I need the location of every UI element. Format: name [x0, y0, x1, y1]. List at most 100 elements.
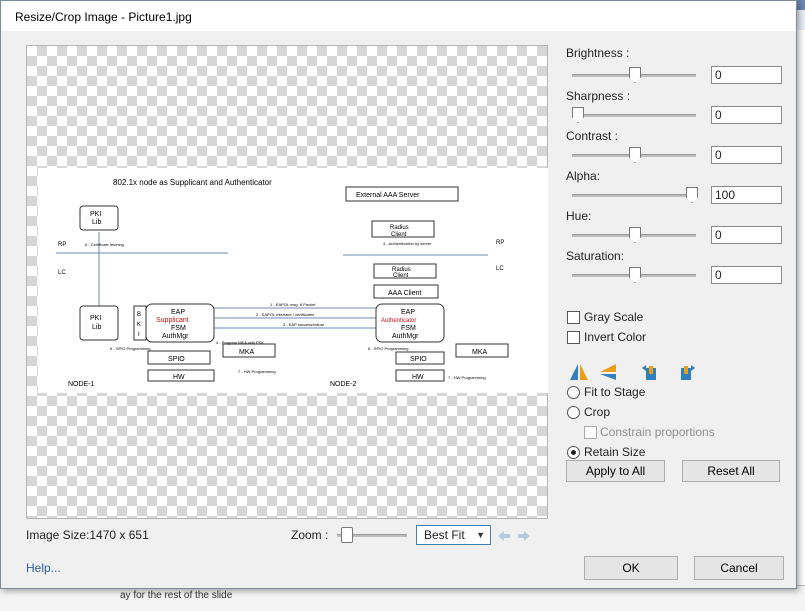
diagram-image: 802.1x node as Supplicant and Authentica…	[56, 178, 509, 388]
cancel-button[interactable]: Cancel	[694, 556, 784, 580]
cert-label: 6 - Certificate fetching	[85, 242, 124, 247]
background-text: ay for the rest of the slide	[120, 590, 233, 601]
slider-thumb[interactable]	[629, 147, 641, 163]
contrast-input[interactable]: 0	[711, 146, 782, 164]
aaa-client-text: AAA Client	[388, 290, 422, 297]
ok-button[interactable]: OK	[584, 556, 678, 580]
pki-lib-box	[79, 305, 119, 341]
authmgr-text: AuthMgr	[392, 333, 419, 340]
reset-all-button[interactable]: Reset All	[682, 460, 780, 482]
hw-prog-label: 7 - HW Programming	[448, 375, 486, 380]
rotate-left-icon[interactable]	[640, 364, 658, 380]
dialog-title: Resize/Crop Image - Picture1.jpg	[15, 10, 192, 24]
contrast-slider[interactable]	[572, 147, 696, 163]
crop-label: Crop	[584, 405, 611, 419]
slider-thumb[interactable]	[629, 227, 641, 243]
saturation-slider[interactable]	[572, 267, 696, 283]
chevron-down-icon: ▼	[476, 530, 485, 540]
zoom-label: Zoom :	[291, 528, 329, 542]
hw-prog-label: 7 - HW Programming	[238, 369, 276, 374]
sharpness-label: Sharpness :	[566, 89, 631, 103]
supplicant-text: Supplicant	[156, 317, 189, 324]
hw-text: HW	[412, 374, 424, 381]
eap-text: EAP	[401, 309, 415, 316]
hw-text: HW	[173, 374, 185, 381]
rotate-right-icon[interactable]	[679, 364, 697, 380]
eap-text: EAP	[171, 309, 185, 316]
mka-text: MKA	[239, 349, 255, 356]
pki-lib-text: PKI	[90, 211, 101, 218]
zoom-value: Best Fit	[424, 528, 465, 542]
bk-text: K	[137, 322, 141, 328]
arrow-label: 1 - EAPOL msg. 8 Packet	[270, 302, 316, 307]
image-size-text: Image Size:1470 x 651	[26, 528, 149, 542]
fsm-text: FSM	[171, 325, 186, 332]
hue-slider[interactable]	[572, 227, 696, 243]
bk-text: B	[137, 312, 141, 318]
slider-thumb[interactable]	[629, 267, 641, 283]
constrain-proportions-checkbox[interactable]	[584, 426, 597, 439]
dialog-titlebar[interactable]: Resize/Crop Image - Picture1.jpg	[1, 1, 796, 31]
invert-color-checkbox[interactable]	[567, 331, 580, 344]
sharpness-input[interactable]: 0	[711, 106, 782, 124]
spio-text: SPIO	[168, 356, 185, 363]
fit-to-stage-radio[interactable]	[567, 386, 580, 399]
slider-thumb[interactable]	[572, 107, 584, 123]
flip-vertical-icon[interactable]	[600, 364, 618, 380]
pki-lib-box	[79, 205, 119, 231]
apply-to-all-button[interactable]: Apply to All	[566, 460, 665, 482]
auth-server-label: 4 - Authentication by server	[383, 241, 432, 246]
flip-horizontal-icon[interactable]	[570, 364, 588, 380]
alpha-slider[interactable]	[572, 187, 698, 203]
zoom-slider[interactable]	[337, 527, 407, 543]
lc-label: LC	[496, 266, 504, 272]
authenticator-text: Authenticator	[381, 318, 416, 324]
diagram-title: 802.1x node as Supplicant and Authentica…	[113, 178, 272, 187]
authmgr-text: AuthMgr	[162, 333, 189, 340]
help-link[interactable]: Help...	[26, 561, 61, 575]
saturation-input[interactable]: 0	[711, 266, 782, 284]
slider-track	[572, 194, 696, 197]
mka-text: MKA	[472, 349, 488, 356]
hue-label: Hue:	[566, 209, 592, 223]
rp-label: RP	[58, 242, 66, 248]
contrast-label: Contrast :	[566, 129, 619, 143]
alpha-input[interactable]: 100	[711, 186, 782, 204]
pki-lib-text: PKI	[90, 315, 101, 322]
external-aaa-text: External AAA Server	[356, 192, 420, 199]
brightness-label: Brightness :	[566, 46, 630, 60]
invert-color-label: Invert Color	[584, 330, 647, 344]
radius-text: Client	[393, 273, 409, 279]
node2-label: NODE-2	[330, 381, 357, 388]
gray-scale-label: Gray Scale	[584, 310, 644, 324]
arrow-label: 2 - EAPOL Interface / certificates	[256, 312, 314, 317]
spio-prog-label: 6 - SPIO Programming	[110, 346, 150, 351]
brightness-slider[interactable]	[572, 67, 696, 83]
spio-text: SPIO	[410, 356, 427, 363]
constrain-proportions-label: Constrain proportions	[600, 425, 715, 439]
radius-text: Client	[391, 232, 407, 238]
mka-prog-label: 4 - Program MKA with PSK	[216, 340, 264, 345]
arrow-left-icon[interactable]	[498, 531, 510, 541]
retain-size-label: Retain Size	[584, 445, 646, 459]
lc-label: LC	[58, 270, 66, 276]
hue-input[interactable]: 0	[711, 226, 782, 244]
spio-prog-label: 6 - SPIO Programming	[368, 346, 408, 351]
crop-radio[interactable]	[567, 406, 580, 419]
arrow-right-icon[interactable]	[518, 531, 530, 541]
pki-lib-text: Lib	[92, 219, 101, 226]
slider-thumb[interactable]	[629, 67, 641, 83]
image-preview[interactable]: 802.1x node as Supplicant and Authentica…	[38, 168, 548, 393]
alpha-label: Alpha:	[566, 169, 601, 183]
gray-scale-checkbox[interactable]	[567, 311, 580, 324]
radius-text: Radius	[390, 225, 409, 231]
arrow-label: 3 - EAP success/failure	[283, 322, 325, 327]
sharpness-slider[interactable]	[572, 107, 696, 123]
node1-label: NODE-1	[68, 381, 95, 388]
retain-size-radio[interactable]	[567, 446, 580, 459]
pki-lib-text: Lib	[92, 324, 101, 331]
brightness-input[interactable]: 0	[711, 66, 782, 84]
slider-thumb[interactable]	[341, 527, 353, 543]
saturation-label: Saturation:	[566, 249, 625, 263]
zoom-select[interactable]: Best Fit ▼	[416, 525, 491, 545]
